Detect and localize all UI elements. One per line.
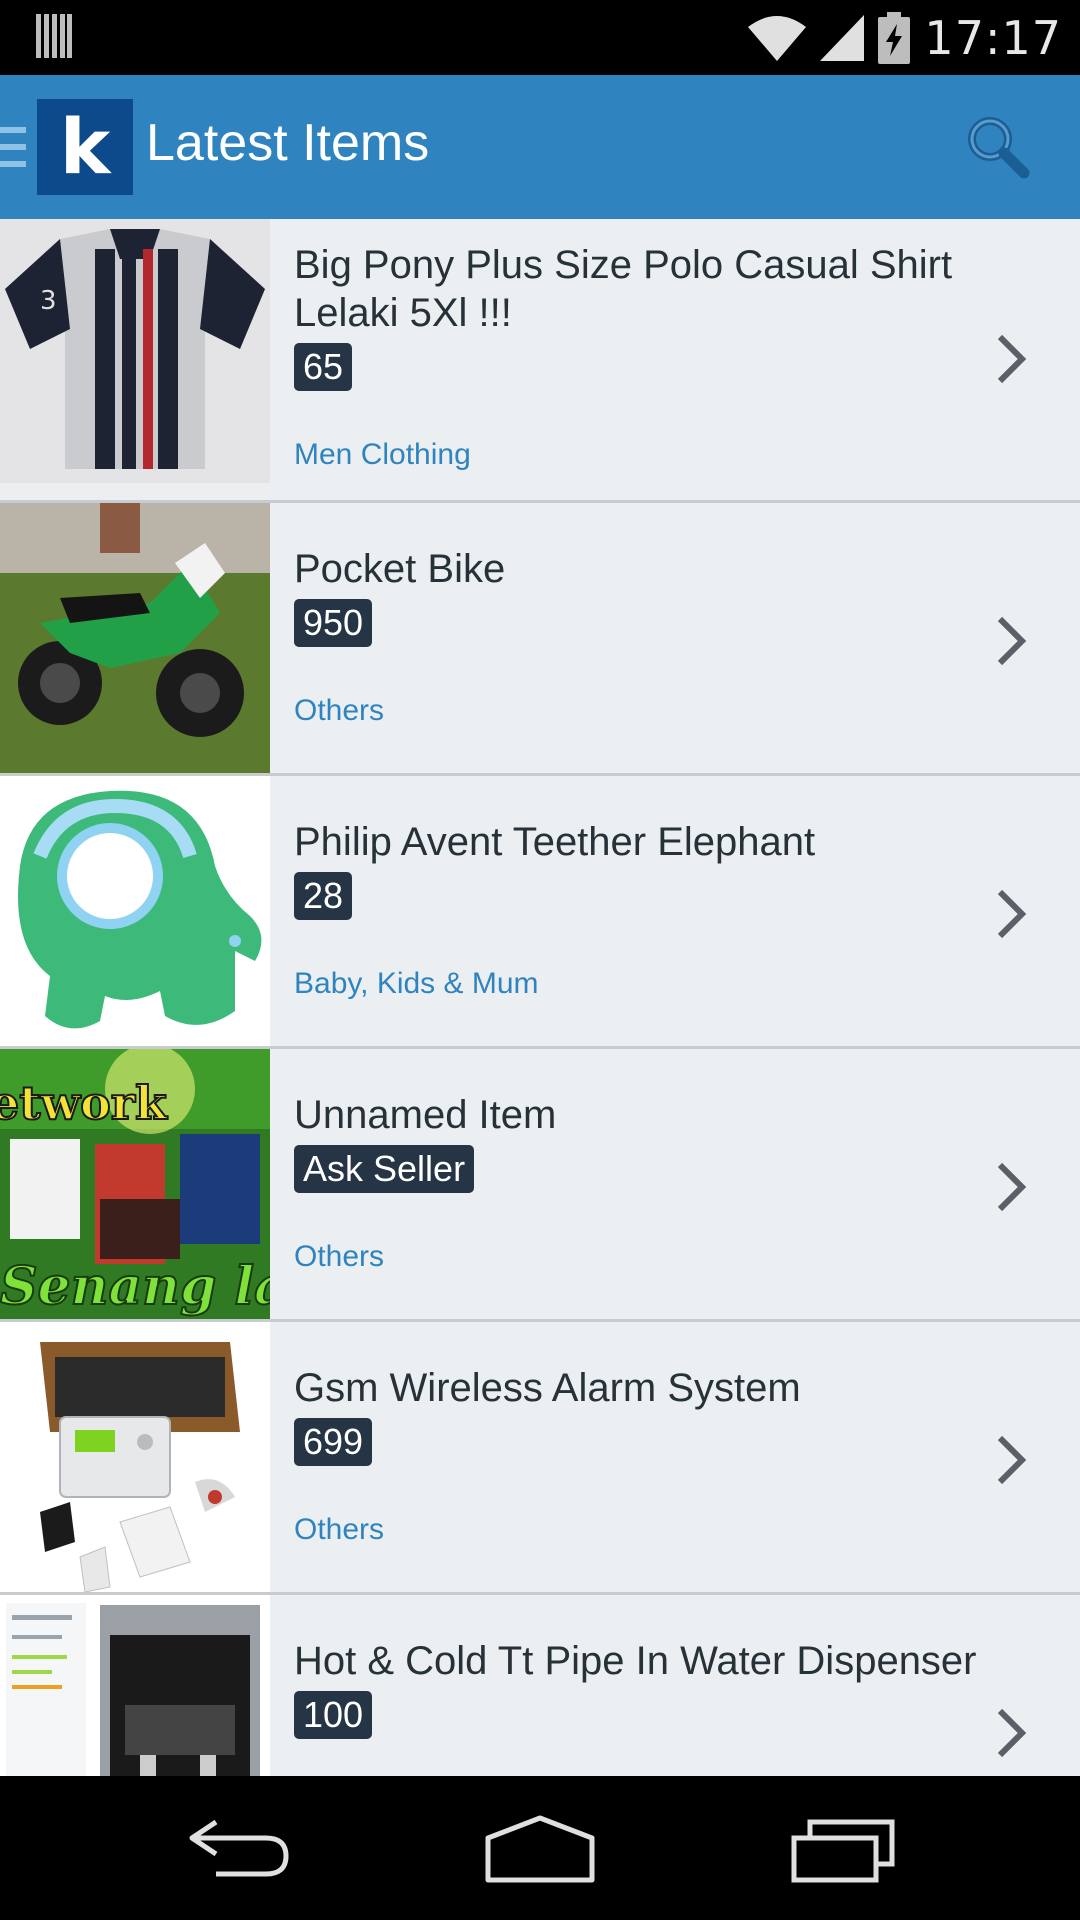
action-bar: k Latest Items <box>0 75 1080 219</box>
logo-letter: k <box>59 102 111 191</box>
item-title: Big Pony Plus Size Polo Casual Shirt Lel… <box>294 243 953 335</box>
wifi-icon <box>748 16 807 61</box>
list-item[interactable]: Hot & Cold Tt Pipe In Water Dispenser 10… <box>0 1595 1080 1776</box>
home-icon[interactable] <box>484 1814 596 1884</box>
item-title: Unnamed Item <box>294 1093 557 1137</box>
chevron-right-icon <box>997 616 1027 666</box>
alarm-system-photo <box>0 1322 270 1592</box>
chevron-right-icon <box>997 889 1027 939</box>
price-badge: 28 <box>294 872 353 920</box>
category-label[interactable]: Baby, Kids & Mum <box>294 967 539 1001</box>
chevron-right-icon <box>997 1162 1027 1212</box>
category-label[interactable]: Men Clothing <box>294 438 471 472</box>
polo-shirt-photo: 3 <box>0 219 270 483</box>
teether-elephant-photo <box>0 776 270 1046</box>
battery-charging-icon <box>878 12 911 64</box>
navigation-bar <box>0 1776 1080 1920</box>
search-icon[interactable] <box>962 111 1034 183</box>
chevron-right-icon <box>997 1708 1027 1758</box>
price-badge: 100 <box>294 1691 373 1739</box>
list-item[interactable]: Gsm Wireless Alarm System 699 Others <box>0 1322 1080 1595</box>
app-logo[interactable]: k <box>37 99 133 195</box>
clock: 17:17 <box>924 11 1062 65</box>
signal-icon <box>820 15 865 61</box>
list-item[interactable]: etwork Senang lagi Unnamed Item Ask Sell… <box>0 1049 1080 1322</box>
screen: 17:17 k Latest Items 3 Big Pony Plus Siz… <box>0 0 1080 1920</box>
item-title: Philip Avent Teether Elephant <box>294 820 816 864</box>
category-label[interactable]: Others <box>294 1240 384 1274</box>
pocket-bike-photo <box>0 503 270 773</box>
back-icon[interactable] <box>186 1814 292 1884</box>
list-item[interactable]: Philip Avent Teether Elephant 28 Baby, K… <box>0 776 1080 1049</box>
list-item[interactable]: 3 Big Pony Plus Size Polo Casual Shirt L… <box>0 219 1080 503</box>
barcode-icon <box>36 14 72 58</box>
recent-apps-icon[interactable] <box>790 1814 896 1884</box>
chevron-right-icon <box>997 334 1027 384</box>
water-dispenser-photo <box>0 1595 270 1776</box>
svg-text:3: 3 <box>40 286 57 316</box>
category-label[interactable]: Others <box>294 694 384 728</box>
banner-text-top: etwork <box>0 1076 168 1130</box>
chevron-right-icon <box>997 1435 1027 1485</box>
banner-text-bottom: Senang lagi <box>0 1256 270 1317</box>
price-badge: 950 <box>294 599 373 647</box>
status-bar: 17:17 <box>0 0 1080 75</box>
price-badge: 65 <box>294 343 353 391</box>
network-banner-photo: etwork Senang lagi <box>0 1049 270 1319</box>
price-badge: 699 <box>294 1418 373 1466</box>
category-label[interactable]: Others <box>294 1513 384 1547</box>
status-right: 17:17 <box>748 8 1062 68</box>
item-title: Pocket Bike <box>294 547 506 591</box>
list-item[interactable]: Pocket Bike 950 Others <box>0 503 1080 776</box>
drawer-menu-icon[interactable] <box>0 125 30 169</box>
price-badge: Ask Seller <box>294 1145 475 1193</box>
items-list: 3 Big Pony Plus Size Polo Casual Shirt L… <box>0 219 1080 1776</box>
page-title: Latest Items <box>146 114 430 172</box>
item-title: Hot & Cold Tt Pipe In Water Dispenser <box>294 1639 977 1683</box>
item-title: Gsm Wireless Alarm System <box>294 1366 801 1410</box>
